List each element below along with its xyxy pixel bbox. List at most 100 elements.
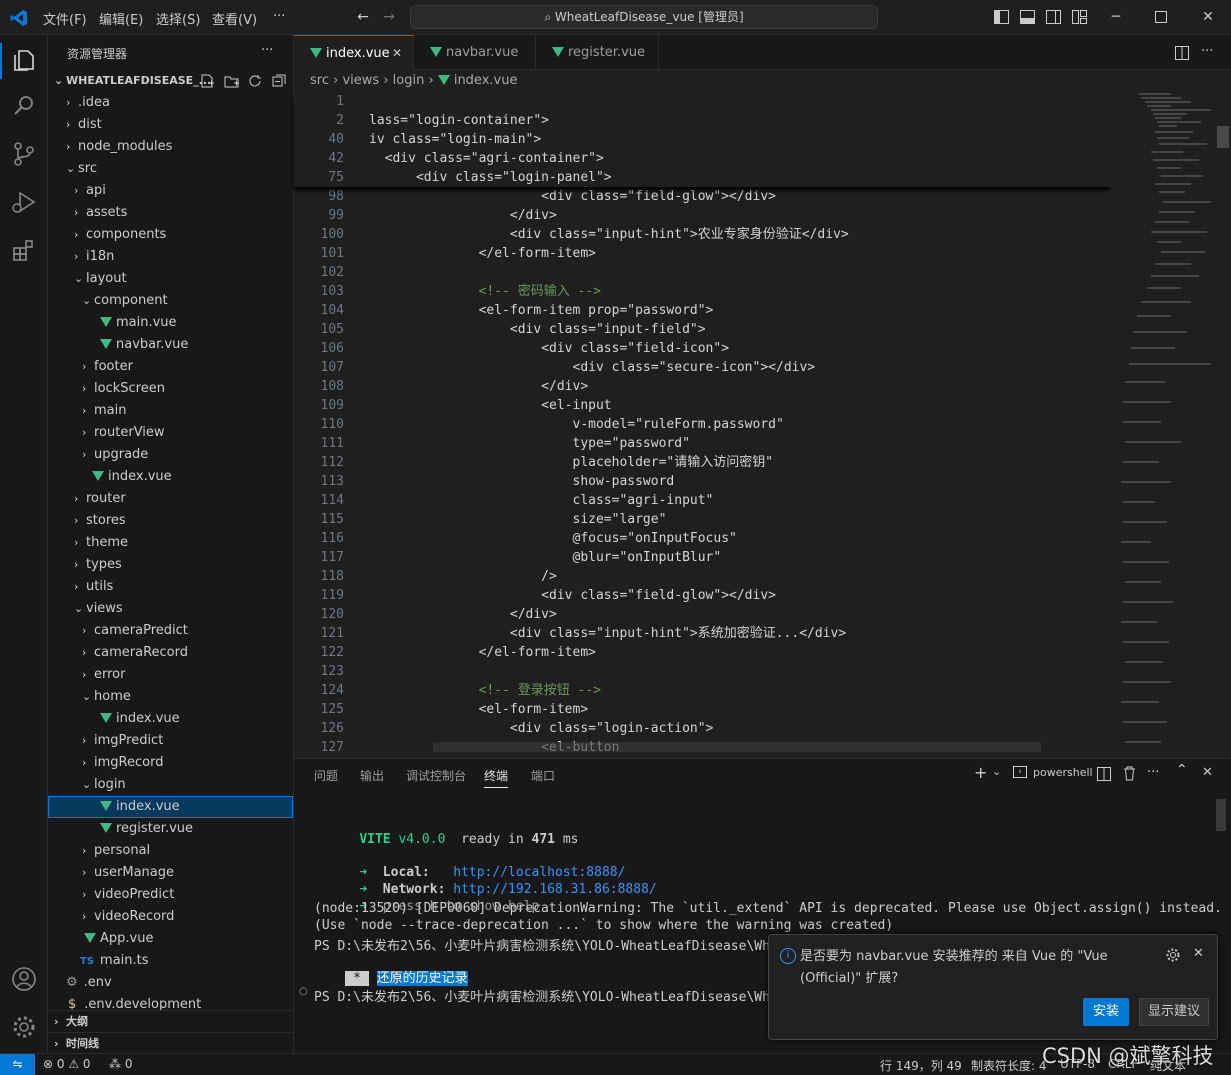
tree-folder[interactable]: › imgRecord — [48, 752, 293, 774]
breadcrumb-file[interactable]: index.vue — [454, 73, 518, 88]
tree-folder[interactable]: › main — [48, 400, 293, 422]
sticky-line[interactable]: 2 lass="login-container"> — [294, 111, 1111, 130]
tree-folder[interactable]: ⌄ layout — [48, 268, 293, 290]
tree-folder[interactable]: › theme — [48, 532, 293, 554]
tab-navbar-vue[interactable]: navbar.vue — [414, 35, 536, 70]
tab-terminal[interactable]: 终端 — [484, 767, 509, 788]
tree-folder[interactable]: ⌄ home — [48, 686, 293, 708]
tree-folder[interactable]: ⌄ login — [48, 774, 293, 796]
shell-name[interactable]: powershell — [1033, 766, 1093, 779]
chevron-down-icon[interactable]: ⌄ — [992, 765, 1001, 778]
sticky-line[interactable]: 40 iv class="login-main"> — [294, 130, 1111, 149]
tab-output[interactable]: 输出 — [360, 767, 384, 784]
tree-file[interactable]: index.vue — [48, 708, 293, 730]
tree-file[interactable]: index.vue — [48, 796, 293, 818]
new-terminal-icon[interactable]: + — [974, 763, 987, 782]
menu-more[interactable]: ··· — [273, 9, 285, 24]
sticky-scroll[interactable]: 1 2 lass="login-container"> 40 iv class="log… — [294, 92, 1111, 187]
tree-folder[interactable]: › cameraPredict — [48, 620, 293, 642]
menu-view[interactable]: 查看(V) — [212, 9, 257, 28]
tree-file[interactable]: TS main.ts — [48, 950, 293, 972]
sticky-line[interactable]: 75 <div class="login-panel"> — [294, 168, 1111, 187]
tree-folder[interactable]: › utils — [48, 576, 293, 598]
split-terminal-icon[interactable] — [1097, 767, 1111, 781]
tree-file[interactable]: index.vue — [48, 466, 293, 488]
forward-arrow-icon[interactable]: → — [380, 8, 398, 26]
tree-folder[interactable]: ⌄ src — [48, 158, 293, 180]
collapse-all-icon[interactable] — [272, 74, 286, 88]
tree-folder[interactable]: › stores — [48, 510, 293, 532]
tree-file[interactable]: App.vue — [48, 928, 293, 950]
manage-gear-icon[interactable] — [10, 1013, 38, 1041]
breadcrumb-src[interactable]: src — [310, 73, 329, 88]
tree-folder[interactable]: › userManage — [48, 862, 293, 884]
account-icon[interactable] — [10, 965, 38, 993]
errors-status[interactable]: ⊗ 0 ⚠ 0 — [43, 1057, 91, 1071]
install-button[interactable]: 安装 — [1083, 998, 1129, 1026]
tab-index-vue[interactable]: index.vue ✕ — [294, 35, 414, 70]
menu-edit[interactable]: 编辑(E) — [99, 9, 143, 28]
tree-folder[interactable]: ⌄ views — [48, 598, 293, 620]
explorer-icon[interactable] — [10, 46, 38, 74]
tree-file[interactable]: ⚙ .env — [48, 972, 293, 994]
tab-size[interactable]: 制表符长度: 4 — [971, 1057, 1047, 1074]
tab-register-vue[interactable]: register.vue — [536, 35, 659, 70]
tree-folder[interactable]: › components — [48, 224, 293, 246]
refresh-icon[interactable] — [248, 74, 262, 88]
run-debug-icon[interactable] — [10, 188, 38, 216]
tree-file[interactable]: main.vue — [48, 312, 293, 334]
menu-selection[interactable]: 选择(S) — [156, 9, 200, 28]
tab-ports[interactable]: 端口 — [531, 767, 555, 784]
tree-folder[interactable]: › videoPredict — [48, 884, 293, 906]
tree-folder[interactable]: › lockScreen — [48, 378, 293, 400]
tree-folder[interactable]: › error — [48, 664, 293, 686]
minimap[interactable] — [1111, 92, 1231, 752]
new-file-icon[interactable] — [200, 74, 214, 88]
cursor-position[interactable]: 行 149，列 49 — [880, 1057, 962, 1074]
tree-file[interactable]: register.vue — [48, 818, 293, 840]
panel-more-icon[interactable]: ··· — [1147, 765, 1159, 780]
close-tab-icon[interactable]: ✕ — [392, 36, 402, 71]
tree-folder[interactable]: › upgrade — [48, 444, 293, 466]
timeline-section[interactable]: › 时间线 — [48, 1032, 293, 1053]
tree-folder[interactable]: › footer — [48, 356, 293, 378]
horizontal-scrollbar[interactable] — [433, 742, 1041, 752]
menu-file[interactable]: 文件(F) — [43, 9, 87, 28]
code-editor[interactable]: 98 <div class="field-glow"></div> 99 </di… — [294, 92, 1111, 752]
ports-status[interactable]: ⁂ 0 — [109, 1057, 132, 1071]
sticky-line[interactable]: 42 <div class="agri-container"> — [294, 149, 1111, 168]
outline-section[interactable]: › 大纲 — [48, 1010, 293, 1032]
tree-folder[interactable]: › personal — [48, 840, 293, 862]
minimize-icon[interactable]: ─ — [1107, 8, 1125, 26]
breadcrumb-login[interactable]: login — [393, 73, 425, 88]
tree-folder[interactable]: › routerView — [48, 422, 293, 444]
show-recommendations-button[interactable]: 显示建议 — [1139, 998, 1209, 1026]
tree-folder[interactable]: › node_modules — [48, 136, 293, 158]
tree-folder[interactable]: › dist — [48, 114, 293, 136]
tree-folder[interactable]: › cameraRecord — [48, 642, 293, 664]
toggle-panel-icon[interactable] — [1020, 10, 1035, 24]
tree-folder[interactable]: › types — [48, 554, 293, 576]
tree-file[interactable]: navbar.vue — [48, 334, 293, 356]
editor-more-icon[interactable]: ··· — [1201, 44, 1213, 59]
maximize-icon[interactable] — [1155, 11, 1167, 23]
split-editor-icon[interactable] — [1175, 46, 1189, 60]
remote-indicator-icon[interactable]: ⇋ — [0, 1054, 35, 1075]
tree-folder[interactable]: › .idea — [48, 92, 293, 114]
tab-problems[interactable]: 问题 — [314, 767, 338, 784]
close-panel-icon[interactable]: ✕ — [1202, 765, 1213, 780]
tree-folder[interactable]: › videoRecord — [48, 906, 293, 928]
breadcrumb-views[interactable]: views — [342, 73, 379, 88]
explorer-more-icon[interactable]: ··· — [261, 43, 273, 58]
tab-debug-console[interactable]: 调试控制台 — [406, 767, 466, 784]
tree-folder[interactable]: ⌄ component — [48, 290, 293, 312]
search-icon[interactable] — [10, 92, 38, 120]
customize-layout-icon[interactable] — [1072, 10, 1087, 24]
toggle-secondary-sidebar-icon[interactable] — [1046, 10, 1061, 24]
trash-icon[interactable] — [1123, 766, 1136, 781]
maximize-panel-icon[interactable]: ⌃ — [1176, 762, 1188, 778]
notification-settings-gear-icon[interactable] — [1166, 948, 1180, 962]
sticky-line[interactable]: 1 — [294, 92, 1111, 111]
extensions-icon[interactable] — [10, 236, 38, 264]
command-center-search[interactable]: ⌕ WheatLeafDisease_vue [管理员] — [410, 5, 878, 29]
